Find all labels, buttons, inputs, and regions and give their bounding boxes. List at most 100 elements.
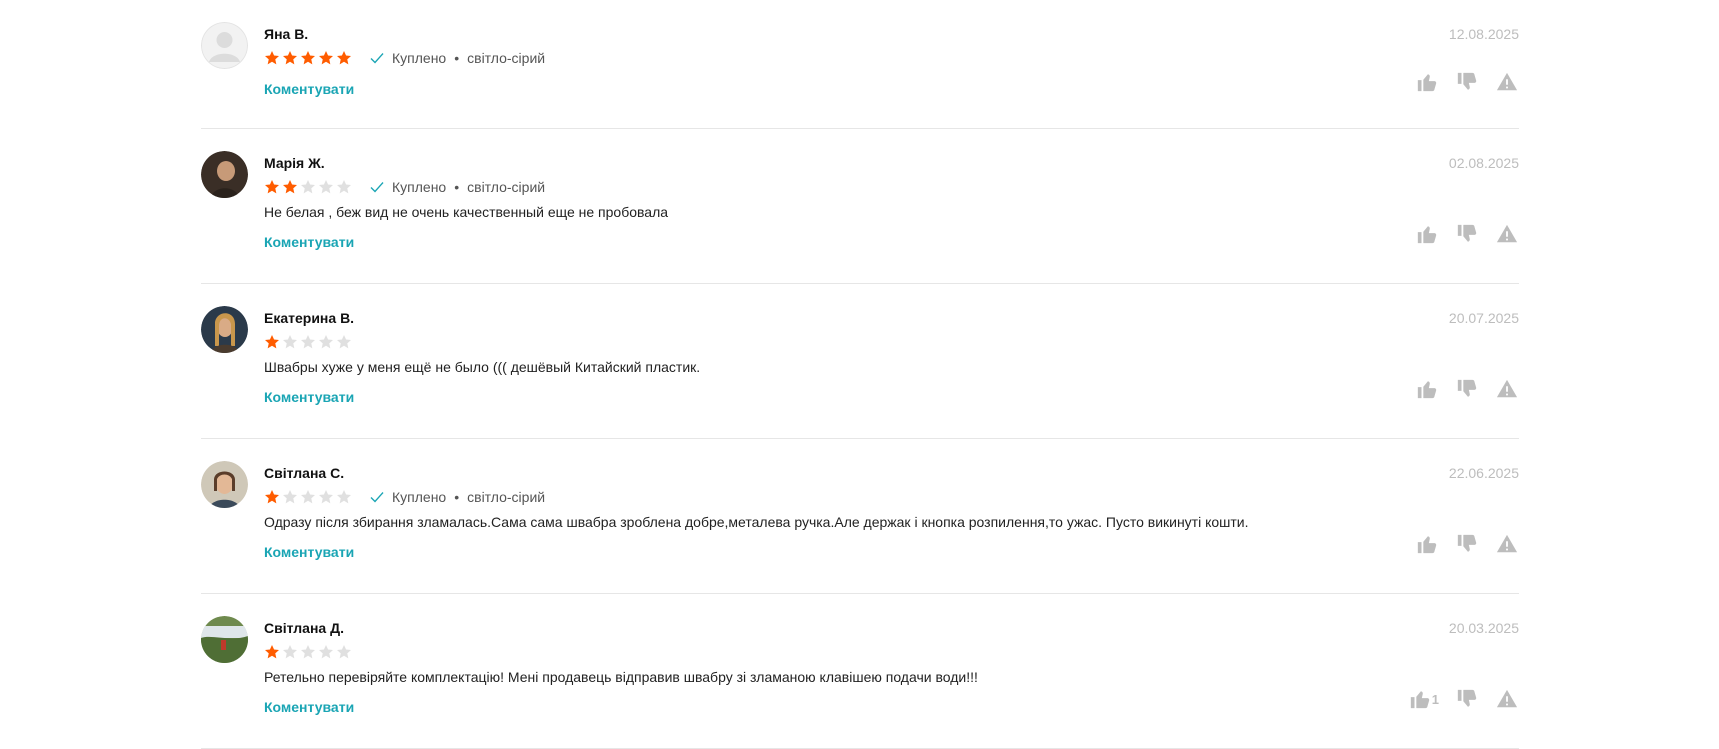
- star-icon: [265, 51, 279, 65]
- dislike-button[interactable]: [1455, 222, 1479, 246]
- warning-icon: [1496, 224, 1518, 243]
- review-item: Яна В. Куплено • світло-сірий Коментуват…: [201, 0, 1519, 129]
- dislike-button[interactable]: [1455, 687, 1479, 711]
- comment-link[interactable]: Коментувати: [264, 388, 354, 406]
- like-button[interactable]: [1415, 532, 1439, 556]
- star-rating: [264, 644, 352, 660]
- star-icon: [265, 335, 279, 349]
- star-icon: [301, 490, 315, 504]
- star-icon: [337, 490, 351, 504]
- thumbs-down-icon: [1457, 224, 1477, 242]
- purchase-info: Куплено • світло-сірий: [370, 489, 545, 505]
- star-icon: [337, 335, 351, 349]
- comment-link[interactable]: Коментувати: [264, 233, 354, 251]
- review-item: Екатерина В. Швабры хуже у меня ещё не б…: [201, 284, 1519, 439]
- star-icon: [337, 51, 351, 65]
- review-author: Яна В.: [264, 26, 309, 42]
- review-date: 02.08.2025: [1448, 155, 1519, 171]
- report-button[interactable]: [1495, 222, 1519, 246]
- star-rating: [264, 50, 352, 66]
- review-item: Світлана С. Куплено • світло-сірий Одраз…: [201, 439, 1519, 594]
- warning-icon: [1496, 379, 1518, 398]
- star-icon: [265, 490, 279, 504]
- check-icon: [370, 53, 384, 64]
- check-icon: [370, 182, 384, 193]
- like-button[interactable]: [1415, 70, 1439, 94]
- star-icon: [337, 180, 351, 194]
- thumbs-up-icon: [1417, 74, 1437, 92]
- review-text: Одразу після збирання зламалась.Сама сам…: [264, 514, 1249, 530]
- star-icon: [301, 51, 315, 65]
- separator-dot: •: [454, 489, 460, 505]
- report-button[interactable]: [1495, 532, 1519, 556]
- comment-link[interactable]: Коментувати: [264, 80, 354, 98]
- review-author: Марія Ж.: [264, 155, 325, 171]
- star-icon: [283, 51, 297, 65]
- review-text: Не белая , беж вид не очень качественный…: [264, 204, 669, 220]
- review-actions: 1: [1409, 687, 1519, 711]
- star-icon: [337, 645, 351, 659]
- thumbs-down-icon: [1457, 534, 1477, 552]
- review-date: 20.03.2025: [1448, 620, 1519, 636]
- variant-label: світло-сірий: [467, 50, 546, 66]
- variant-label: світло-сірий: [467, 489, 546, 505]
- reviews-list: Яна В. Куплено • світло-сірий Коментуват…: [201, 0, 1519, 749]
- comment-link[interactable]: Коментувати: [264, 698, 354, 716]
- thumbs-down-icon: [1457, 689, 1477, 707]
- avatar: [201, 22, 248, 69]
- avatar: [201, 616, 248, 663]
- report-button[interactable]: [1495, 687, 1519, 711]
- review-text: Швабры хуже у меня ещё не было ((( дешёв…: [264, 359, 701, 375]
- avatar: [201, 461, 248, 508]
- star-rating: [264, 489, 352, 505]
- report-button[interactable]: [1495, 70, 1519, 94]
- like-button[interactable]: [1415, 377, 1439, 401]
- star-icon: [283, 490, 297, 504]
- purchase-info: Куплено • світло-сірий: [370, 179, 545, 195]
- review-item: Марія Ж. Куплено • світло-сірий Не белая…: [201, 129, 1519, 284]
- review-date: 20.07.2025: [1448, 310, 1519, 326]
- thumbs-down-icon: [1457, 72, 1477, 90]
- warning-icon: [1496, 534, 1518, 553]
- dislike-button[interactable]: [1455, 70, 1479, 94]
- star-icon: [319, 490, 333, 504]
- check-icon: [370, 492, 384, 503]
- star-rating: [264, 334, 352, 350]
- star-icon: [283, 180, 297, 194]
- warning-icon: [1496, 72, 1518, 91]
- star-rating: [264, 179, 352, 195]
- review-date: 12.08.2025: [1448, 26, 1519, 42]
- review-actions: [1399, 222, 1519, 246]
- review-item: Світлана Д. Ретельно перевіряйте комплек…: [201, 594, 1519, 749]
- review-author: Світлана С.: [264, 465, 345, 481]
- separator-dot: •: [454, 179, 460, 195]
- review-author: Світлана Д.: [264, 620, 344, 636]
- review-date: 22.06.2025: [1448, 465, 1519, 481]
- star-icon: [265, 180, 279, 194]
- comment-link[interactable]: Коментувати: [264, 543, 354, 561]
- star-icon: [283, 645, 297, 659]
- thumbs-up-icon: [1417, 226, 1437, 244]
- dislike-button[interactable]: [1455, 377, 1479, 401]
- star-icon: [319, 51, 333, 65]
- star-icon: [301, 180, 315, 194]
- star-icon: [301, 335, 315, 349]
- bought-label: Куплено: [392, 179, 447, 195]
- star-icon: [319, 335, 333, 349]
- bought-label: Куплено: [392, 50, 447, 66]
- like-button[interactable]: [1415, 222, 1439, 246]
- like-button[interactable]: 1: [1409, 688, 1439, 710]
- dislike-button[interactable]: [1455, 532, 1479, 556]
- avatar: [201, 306, 248, 353]
- report-button[interactable]: [1495, 377, 1519, 401]
- star-icon: [283, 335, 297, 349]
- review-actions: [1399, 377, 1519, 401]
- star-icon: [319, 645, 333, 659]
- star-icon: [319, 180, 333, 194]
- review-actions: [1399, 70, 1519, 94]
- star-icon: [265, 645, 279, 659]
- variant-label: світло-сірий: [467, 179, 546, 195]
- thumbs-up-icon: [1417, 536, 1437, 554]
- warning-icon: [1496, 689, 1518, 708]
- thumbs-down-icon: [1457, 379, 1477, 397]
